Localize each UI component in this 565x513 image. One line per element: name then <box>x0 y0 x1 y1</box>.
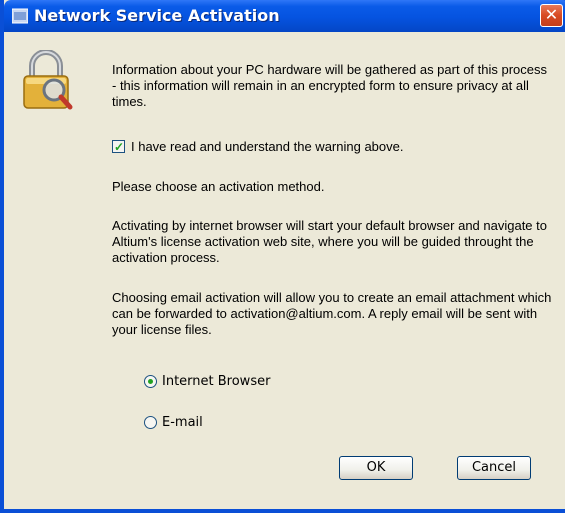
acknowledge-label[interactable]: I have read and understand the warning a… <box>131 139 403 154</box>
dialog-body: Information about your PC hardware will … <box>8 32 565 509</box>
internet-browser-label[interactable]: Internet Browser <box>162 374 270 389</box>
email-radio[interactable] <box>144 416 157 429</box>
email-activation-info: Choosing email activation will allow you… <box>112 290 552 337</box>
dxp-app-icon <box>12 8 28 24</box>
close-button[interactable]: ✕ <box>540 4 563 27</box>
window-title: Network Service Activation <box>34 6 280 25</box>
privacy-warning-text: Information about your PC hardware will … <box>112 62 548 109</box>
radio-selected-dot <box>148 379 153 384</box>
title-bar[interactable]: Network Service Activation ✕ <box>4 0 565 32</box>
close-icon: ✕ <box>544 5 559 24</box>
cancel-button[interactable]: Cancel <box>457 456 531 480</box>
ok-button[interactable]: OK <box>339 456 413 480</box>
dialog-window: Network Service Activation ✕ Information… <box>0 0 565 513</box>
internet-browser-radio[interactable] <box>144 375 157 388</box>
email-label[interactable]: E-mail <box>162 415 203 430</box>
lock-magnifier-icon <box>23 50 73 110</box>
acknowledge-checkbox[interactable]: ✓ <box>112 140 125 153</box>
browser-activation-info: Activating by internet browser will star… <box>112 218 547 265</box>
choose-method-text: Please choose an activation method. <box>112 179 325 194</box>
checkmark-icon: ✓ <box>114 140 125 154</box>
